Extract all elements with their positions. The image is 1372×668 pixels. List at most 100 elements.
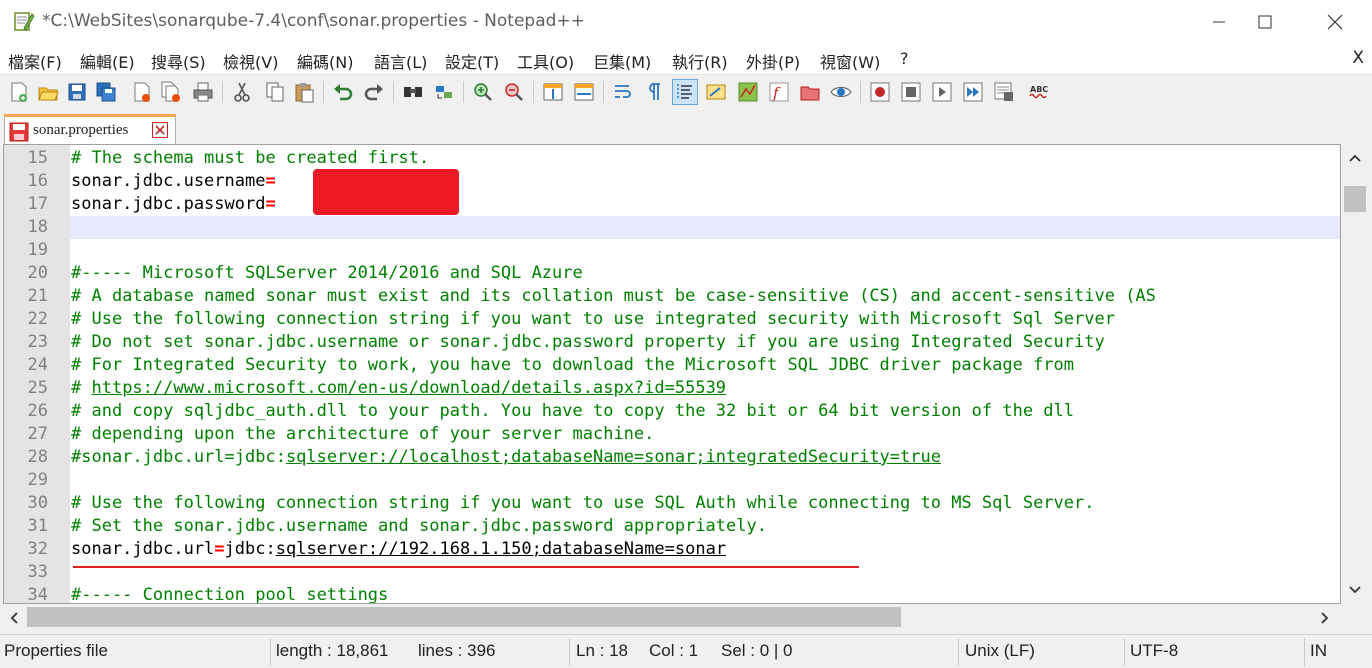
menu-encoding[interactable]: 編碼(N) [297,49,353,73]
code-line[interactable]: 32 sonar.jdbc.url=jdbc:sqlserver://192.16… [4,538,1340,561]
show-all-chars-button[interactable] [641,79,667,105]
sync-horizontal-button[interactable] [571,79,597,105]
close-document-button[interactable]: X [1352,48,1364,68]
menu-language[interactable]: 語言(L) [374,49,427,73]
menu-tools[interactable]: 工具(O) [517,49,574,73]
code-line[interactable]: 33 [4,561,1340,584]
menu-run[interactable]: 執行(R) [672,49,728,73]
folder-workspace-button[interactable] [797,79,823,105]
code-line[interactable]: 29 [4,469,1340,492]
text-editor[interactable]: 15 # The schema must be created first. 16 s… [3,144,1341,604]
code-line[interactable]: 18 [4,216,1340,239]
comment-token: #sonar.jdbc.url=jdbc: [71,447,286,467]
vertical-scrollbar[interactable] [1341,144,1369,604]
record-icon [870,82,890,102]
code-line[interactable]: 17 sonar.jdbc.password= [4,193,1340,216]
menu-window[interactable]: 視窗(W) [820,49,880,73]
menu-file[interactable]: 檔案(F) [8,49,62,73]
cut-button[interactable] [229,79,255,105]
close-all-button[interactable] [158,79,184,105]
code-line[interactable]: 22 # Use the following connection string … [4,308,1340,331]
status-eol: Unix (LF) [965,641,1035,660]
play-macro-button[interactable] [929,79,955,105]
scroll-up-icon[interactable] [1349,154,1361,162]
code-line[interactable]: 28 #sonar.jdbc.url=jdbc:sqlserver://local… [4,446,1340,469]
redo-button[interactable] [361,79,387,105]
url-token[interactable]: https://www.microsoft.com/en-us/download… [91,378,726,398]
toolbar-separator [603,81,604,103]
new-file-button[interactable] [6,79,32,105]
url-token[interactable]: sqlserver://localhost;databaseName=sonar… [286,447,941,467]
paste-button[interactable] [291,79,317,105]
vertical-scroll-thumb[interactable] [1344,186,1366,212]
code-line[interactable]: 30 # Use the following connection string … [4,492,1340,515]
horizontal-scrollbar[interactable] [3,604,1341,630]
udl-button[interactable] [703,79,729,105]
save-button[interactable] [64,79,90,105]
code-line[interactable]: 15 # The schema must be created first. [4,147,1340,170]
menu-help[interactable]: ? [900,49,909,68]
line-number: 28 [27,447,48,467]
tab-sonar-properties[interactable]: sonar.properties [4,114,176,144]
notepad-plus-plus-icon [14,12,34,31]
line-number: 20 [27,263,48,283]
tab-close-icon[interactable] [152,122,168,138]
line-number: 17 [27,194,48,214]
code-line[interactable]: 27 # depending upon the architecture of y… [4,423,1340,446]
line-number: 24 [27,355,48,375]
zoom-out-button[interactable] [501,79,527,105]
run-macro-multiple-button[interactable] [960,79,986,105]
scroll-down-icon[interactable] [1349,586,1361,594]
doc-map-button[interactable] [735,79,761,105]
code-line[interactable]: 23 # Do not set sonar.jdbc.username or so… [4,331,1340,354]
menu-view[interactable]: 檢視(V) [223,49,278,73]
cut-icon [234,82,250,102]
menu-search[interactable]: 搜尋(S) [151,49,206,73]
sync-vertical-button[interactable] [540,79,566,105]
function-list-button[interactable]: f [766,79,792,105]
code-line[interactable]: 16 sonar.jdbc.username= [4,170,1340,193]
window-title: *C:\WebSites\sonarqube-7.4\conf\sonar.pr… [42,11,585,31]
zoom-in-button[interactable] [470,79,496,105]
horizontal-scroll-thumb[interactable] [27,607,901,627]
code-line[interactable]: 34 #----- Connection pool settings [4,584,1340,603]
code-line[interactable]: 21 # A database named sonar must exist an… [4,285,1340,308]
code-line[interactable]: 25 # https://www.microsoft.com/en-us/down… [4,377,1340,400]
menu-edit[interactable]: 編輯(E) [80,49,135,73]
close-window-button[interactable] [1312,0,1358,44]
spell-check-button[interactable]: ABC [1026,79,1052,105]
menu-settings[interactable]: 設定(T) [445,49,499,73]
find-button[interactable] [400,79,426,105]
indent-guide-button[interactable] [672,79,698,105]
spell-check-icon: ABC [1029,85,1048,99]
scroll-right-icon[interactable] [1321,612,1329,624]
open-file-button[interactable] [35,79,61,105]
monitor-button[interactable] [828,79,854,105]
code-line[interactable]: 24 # For Integrated Security to work, you… [4,354,1340,377]
copy-button[interactable] [262,79,288,105]
stop-macro-button[interactable] [898,79,924,105]
url-token[interactable]: sqlserver://192.168.1.150;databaseName=s… [276,539,726,559]
menu-plugins[interactable]: 外掛(P) [746,49,800,73]
replace-button[interactable] [431,79,457,105]
stop-icon [901,82,921,102]
save-macro-button[interactable] [991,79,1017,105]
close-icon [1327,14,1343,30]
minimize-button[interactable] [1196,0,1242,44]
status-length: length : 18,861 [276,641,389,660]
code-line[interactable]: 31 # Set the sonar.jdbc.username and sona… [4,515,1340,538]
maximize-button[interactable] [1242,0,1288,44]
code-line[interactable]: 19 [4,239,1340,262]
print-button[interactable] [190,79,216,105]
scroll-left-icon[interactable] [10,612,18,624]
menu-macro[interactable]: 巨集(M) [593,49,651,73]
line-text: # depending upon the architecture of you… [71,423,654,446]
close-button[interactable] [129,79,155,105]
record-macro-button[interactable] [867,79,893,105]
find-icon [404,87,422,97]
save-all-button[interactable] [93,79,119,105]
code-line[interactable]: 20 #----- Microsoft SQLServer 2014/2016 a… [4,262,1340,285]
code-line[interactable]: 26 # and copy sqljdbc_auth.dll to your pa… [4,400,1340,423]
word-wrap-button[interactable] [610,79,636,105]
undo-button[interactable] [330,79,356,105]
